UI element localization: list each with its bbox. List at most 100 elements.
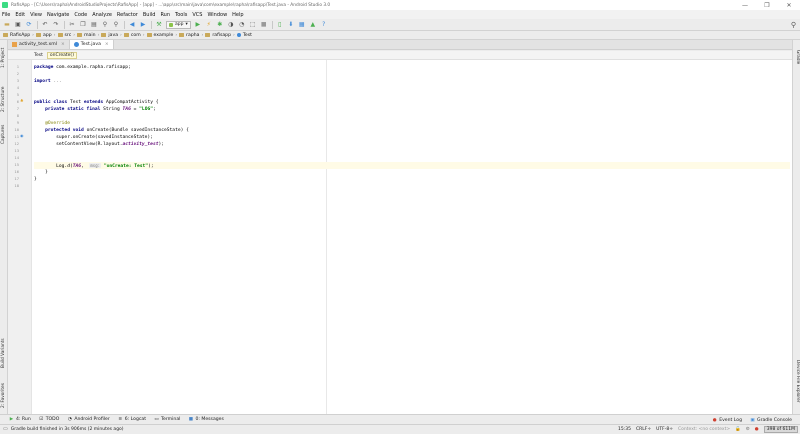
back-icon[interactable]: ◀ — [128, 21, 136, 29]
close-icon[interactable]: × — [105, 42, 109, 47]
caret-position[interactable]: 15:35 — [618, 427, 631, 432]
find-icon[interactable]: ⚲ — [101, 21, 109, 29]
tool-terminal[interactable]: ▭ Terminal — [154, 417, 180, 422]
structure-method[interactable]: onCreate() — [46, 51, 77, 59]
sdk-manager-icon[interactable]: ⬇ — [287, 21, 295, 29]
keyword: public class — [34, 100, 68, 105]
tool-gradle[interactable]: Gradle — [795, 50, 800, 64]
chevron-right-icon: › — [233, 32, 235, 38]
close-button[interactable]: ✕ — [778, 0, 800, 10]
cut-icon[interactable]: ✂ — [68, 21, 76, 29]
run-config-select[interactable]: app ▾ — [166, 20, 191, 29]
structure-class[interactable]: Test — [34, 53, 43, 58]
tool-build-variants[interactable]: Build Variants — [1, 338, 6, 368]
tool-run[interactable]: ▶ 4: Run — [9, 417, 31, 422]
menu-navigate[interactable]: Navigate — [47, 12, 69, 18]
redo-icon[interactable]: ↷ — [52, 21, 60, 29]
undo-icon[interactable]: ↶ — [41, 21, 49, 29]
tool-event-log[interactable]: ● Event Log — [712, 418, 742, 423]
breadcrumb-item[interactable]: rapha › — [179, 33, 203, 38]
tool-messages[interactable]: ■ 0: Messages — [188, 417, 224, 422]
toolbar-divider — [37, 20, 38, 29]
tool-gradle-console[interactable]: ▣ Gradle Console — [750, 418, 792, 423]
menu-edit[interactable]: Edit — [15, 12, 25, 18]
breadcrumb-item[interactable]: com › — [123, 33, 145, 38]
memory-indicator[interactable]: 398 of 611M — [763, 426, 798, 433]
project-structure-icon[interactable]: ▦ — [298, 21, 306, 29]
menu-window[interactable]: Window — [207, 12, 227, 18]
lock-icon[interactable]: 🔓 — [735, 427, 741, 432]
maximize-button[interactable]: ❐ — [756, 0, 778, 10]
breadcrumb-item[interactable]: src › — [57, 33, 75, 38]
tool-structure[interactable]: 2: Structure — [1, 86, 6, 112]
tool-windows-toggle-icon[interactable]: ▭ — [3, 426, 8, 432]
breadcrumb-item[interactable]: RafisApp › — [3, 33, 34, 38]
replace-icon[interactable]: ⚲ — [112, 21, 120, 29]
breadcrumb-item[interactable]: Test — [236, 33, 252, 38]
save-all-icon[interactable]: ▣ — [14, 21, 22, 29]
menu-build[interactable]: Build — [143, 12, 156, 18]
sync-icon[interactable]: ⟳ — [25, 21, 33, 29]
copy-icon[interactable]: ❐ — [79, 21, 87, 29]
tool-favorites[interactable]: 2: Favorites — [1, 383, 6, 408]
help-icon[interactable]: ? — [320, 21, 328, 29]
minimize-button[interactable]: — — [734, 0, 756, 10]
breadcrumb-item[interactable]: main › — [77, 33, 99, 38]
field-name: activity_test — [122, 142, 159, 147]
profile-icon[interactable]: ◔ — [238, 21, 246, 29]
tool-todo[interactable]: ☑ TODO — [39, 417, 59, 422]
menu-help[interactable]: Help — [232, 12, 243, 18]
toolbar-divider — [64, 20, 65, 29]
make-project-icon[interactable]: ⚒ — [155, 21, 163, 29]
line-number: 18 — [14, 183, 19, 188]
breadcrumb-item[interactable]: example › — [146, 32, 178, 38]
search-everywhere-icon[interactable]: ⚲ — [791, 21, 796, 29]
android-class-icon[interactable]: ♣ — [20, 98, 24, 103]
coverage-icon[interactable]: ◑ — [227, 21, 235, 29]
apply-changes-icon[interactable]: ⚡ — [205, 21, 213, 29]
tool-project[interactable]: 1: Project — [1, 48, 6, 68]
forward-icon[interactable]: ▶ — [139, 21, 147, 29]
line-separator[interactable]: CRLF÷ — [636, 427, 651, 432]
tab-test-java[interactable]: Test.java × — [69, 40, 114, 49]
override-icon[interactable]: ◉ — [20, 133, 24, 138]
menu-vcs[interactable]: VCS — [192, 12, 202, 18]
run-icon[interactable]: ▶ — [194, 21, 202, 29]
avd-manager-icon[interactable]: ▯ — [276, 21, 284, 29]
notifications-icon[interactable]: ● — [755, 427, 759, 432]
tool-device-file-explorer[interactable]: Device File Explorer — [795, 360, 800, 403]
menu-refactor[interactable]: Refactor — [117, 12, 138, 18]
window-controls: — ❐ ✕ — [734, 0, 800, 10]
folded-imports[interactable]: ... — [51, 79, 61, 84]
tab-activity-test-xml[interactable]: activity_test.xml × — [8, 40, 70, 49]
menu-code[interactable]: Code — [74, 12, 87, 18]
tool-label: Gradle Console — [757, 417, 792, 423]
stop-icon[interactable]: ■ — [260, 21, 268, 29]
tool-android-profiler[interactable]: ◔ Android Profiler — [67, 417, 110, 422]
menu-analyze[interactable]: Analyze — [92, 12, 112, 18]
menu-view[interactable]: View — [30, 12, 42, 18]
open-folder-icon[interactable]: ▬ — [3, 21, 11, 29]
menu-run[interactable]: Run — [160, 12, 170, 18]
debug-icon[interactable]: ✱ — [216, 21, 224, 29]
menu-file[interactable]: File — [2, 12, 10, 18]
folder-icon — [146, 33, 152, 37]
menu-tools[interactable]: Tools — [175, 12, 187, 18]
android-device-monitor-icon[interactable]: ▲ — [309, 21, 317, 29]
code-editor[interactable]: 1 2 3 4 5 6 7 8 9 10 11 12 13 14 15 16 1… — [8, 60, 792, 414]
breadcrumb-item[interactable]: app › — [36, 33, 56, 38]
breadcrumb-item[interactable]: java › — [101, 33, 122, 38]
git-icon[interactable]: ⚙ — [746, 427, 750, 432]
breadcrumb-label: example — [153, 32, 174, 38]
close-icon[interactable]: × — [61, 42, 65, 47]
breadcrumb-label: RafisApp — [10, 32, 31, 38]
attach-debugger-icon[interactable]: ⬚ — [249, 21, 257, 29]
tool-captures[interactable]: Captures — [1, 125, 6, 144]
paste-icon[interactable]: ▤ — [90, 21, 98, 29]
breadcrumb-item[interactable]: rafisapp › — [205, 32, 235, 38]
status-message[interactable]: Gradle build finished in 3s 906ms (2 min… — [11, 427, 124, 432]
tool-logcat[interactable]: ≡ 6: Logcat — [118, 417, 146, 422]
folder-icon — [36, 33, 42, 37]
file-encoding[interactable]: UTF-8÷ — [656, 427, 673, 432]
chevron-right-icon: › — [175, 32, 178, 38]
